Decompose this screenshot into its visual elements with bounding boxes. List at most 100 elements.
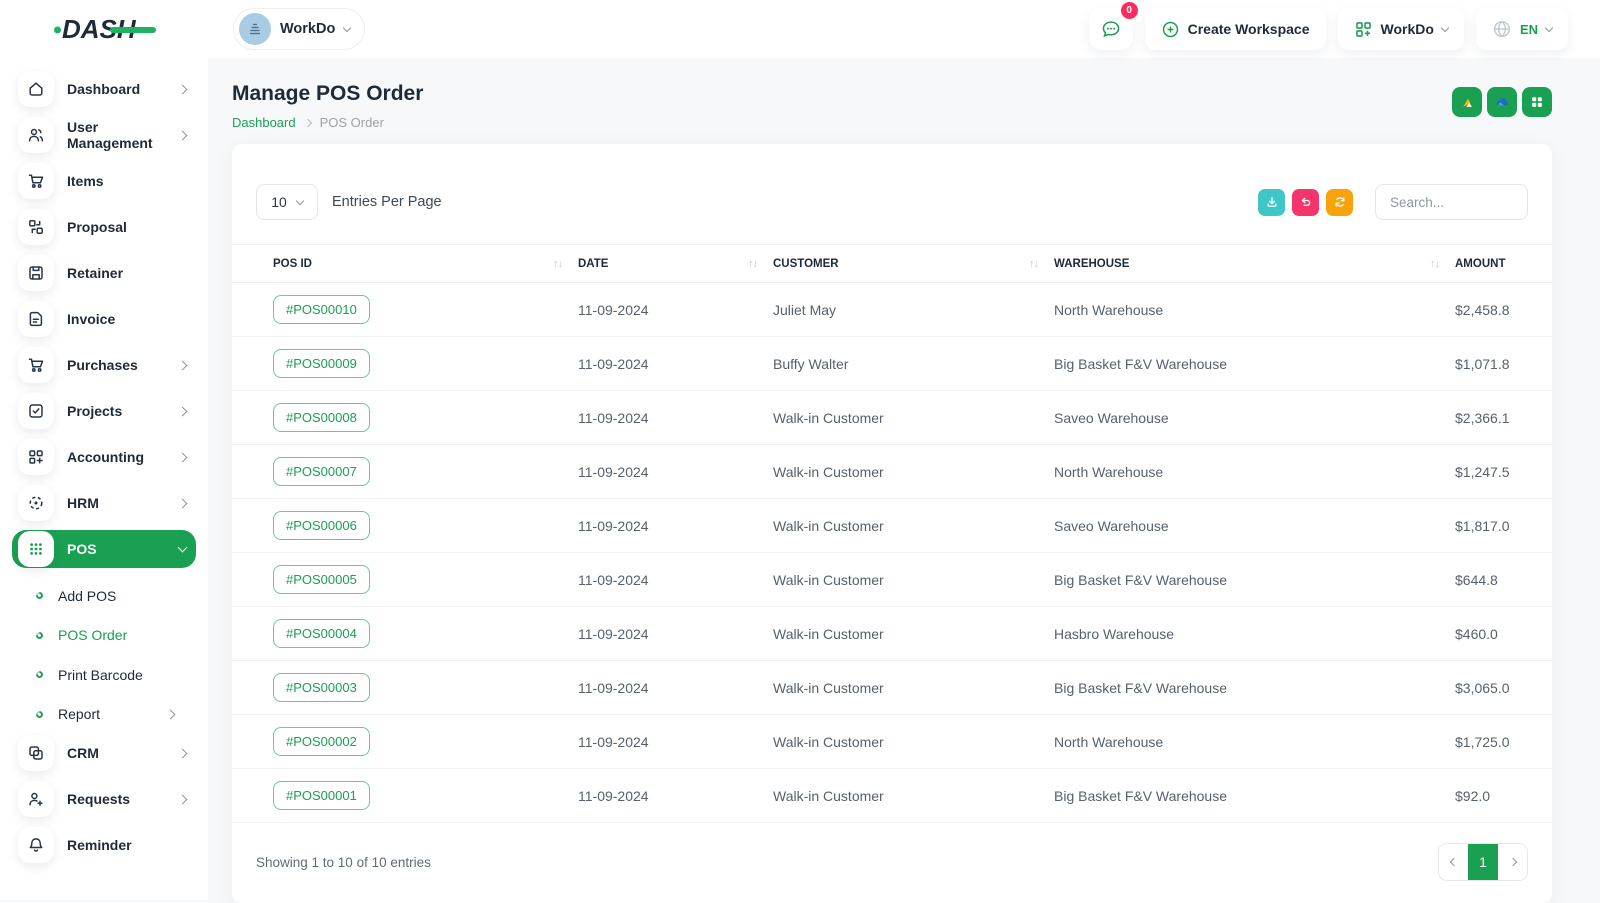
warehouse-cell: North Warehouse [1046, 445, 1447, 499]
sidebar-subitem-print-barcode[interactable]: Print Barcode [12, 655, 196, 695]
column-header-customer[interactable]: CUSTOMER↑↓ [765, 245, 1046, 283]
search-input[interactable] [1375, 184, 1528, 220]
language-button[interactable]: EN [1476, 8, 1568, 50]
pos-id-badge[interactable]: #POS00003 [273, 673, 370, 702]
sidebar-item-invoice[interactable]: Invoice [12, 300, 196, 338]
export-button[interactable] [1258, 189, 1285, 216]
users-icon [18, 117, 54, 153]
pos-id-badge[interactable]: #POS00005 [273, 565, 370, 594]
chevron-right-icon [166, 709, 176, 719]
sidebar-item-hrm[interactable]: HRM [12, 484, 196, 522]
sidebar-item-reminder[interactable]: Reminder [12, 826, 196, 864]
sidebar: Dashboard User Management Items Proposal… [0, 58, 208, 900]
table-row: #POS00004 11-09-2024 Walk-in Customer Ha… [232, 607, 1552, 661]
date-cell: 11-09-2024 [570, 499, 765, 553]
column-header-pos-id[interactable]: POS ID↑↓ [232, 245, 570, 283]
grid-plus-icon [18, 439, 54, 475]
sidebar-item-projects[interactable]: Projects [12, 392, 196, 430]
chevron-right-icon [178, 130, 188, 140]
sidebar-item-requests[interactable]: Requests [12, 780, 196, 818]
pagination-page-current[interactable]: 1 [1468, 844, 1498, 880]
amount-cell: $2,458.8 [1447, 283, 1552, 337]
pos-id-badge[interactable]: #POS00004 [273, 619, 370, 648]
google-drive-button[interactable] [1452, 87, 1482, 117]
chevron-right-icon [178, 794, 188, 804]
pos-id-badge[interactable]: #POS00006 [273, 511, 370, 540]
swap-icon [18, 209, 54, 245]
pos-id-badge[interactable]: #POS00010 [273, 295, 370, 324]
sidebar-item-user-management[interactable]: User Management [12, 116, 196, 154]
column-header-warehouse[interactable]: WAREHOUSE↑↓ [1046, 245, 1447, 283]
chevron-down-icon [1545, 23, 1553, 31]
sort-icon: ↑↓ [553, 258, 562, 270]
table-row: #POS00008 11-09-2024 Walk-in Customer Sa… [232, 391, 1552, 445]
brand-logo[interactable]: DASH [54, 13, 208, 45]
customer-cell: Walk-in Customer [765, 661, 1046, 715]
sidebar-item-items[interactable]: Items [12, 162, 196, 200]
pos-id-badge[interactable]: #POS00001 [273, 781, 370, 810]
warehouse-cell: Big Basket F&V Warehouse [1046, 337, 1447, 391]
workspace-switcher[interactable]: WorkDo [233, 8, 365, 50]
breadcrumb: Dashboard POS Order [232, 115, 423, 130]
table-row: #POS00009 11-09-2024 Buffy Walter Big Ba… [232, 337, 1552, 391]
pos-orders-table: POS ID↑↓ DATE↑↓ CUSTOMER↑↓ WAREHOUSE↑↓ A… [232, 244, 1552, 823]
pagination-prev-button[interactable] [1439, 844, 1468, 880]
warehouse-cell: Big Basket F&V Warehouse [1046, 769, 1447, 823]
messages-button[interactable]: 0 [1089, 8, 1133, 50]
sidebar-item-pos[interactable]: POS [12, 530, 196, 568]
sidebar-subitem-add-pos[interactable]: Add POS [12, 576, 196, 616]
customer-cell: Walk-in Customer [765, 715, 1046, 769]
warehouse-cell: North Warehouse [1046, 715, 1447, 769]
table-row: #POS00001 11-09-2024 Walk-in Customer Bi… [232, 769, 1552, 823]
create-workspace-button[interactable]: Create Workspace [1145, 8, 1326, 50]
company-menu-label: WorkDo [1381, 21, 1434, 37]
document-icon [18, 301, 54, 337]
amount-cell: $644.8 [1447, 553, 1552, 607]
entries-per-page-select[interactable]: 10 [256, 184, 318, 220]
pos-order-card: 10 Entries Per Page POS [232, 144, 1552, 903]
pos-id-badge[interactable]: #POS00009 [273, 349, 370, 378]
bullet-icon [35, 709, 45, 719]
pagination-next-button[interactable] [1498, 844, 1527, 880]
sidebar-item-purchases[interactable]: Purchases [12, 346, 196, 384]
chevron-down-icon [178, 543, 188, 553]
date-cell: 11-09-2024 [570, 337, 765, 391]
pos-id-badge[interactable]: #POS00007 [273, 457, 370, 486]
workspace-avatar [239, 13, 271, 45]
page-title: Manage POS Order [232, 82, 423, 106]
chevron-right-icon [178, 748, 188, 758]
chevron-down-icon [1441, 23, 1449, 31]
refresh-button[interactable] [1326, 189, 1353, 216]
sidebar-item-accounting[interactable]: Accounting [12, 438, 196, 476]
sidebar-subitem-report[interactable]: Report [12, 695, 196, 735]
download-icon [1265, 195, 1279, 209]
sidebar-subitem-pos-order[interactable]: POS Order [12, 616, 196, 656]
sort-icon: ↑↓ [1430, 258, 1439, 270]
onedrive-button[interactable] [1487, 87, 1517, 117]
grid-view-button[interactable] [1522, 87, 1552, 117]
company-menu-button[interactable]: WorkDo [1338, 8, 1464, 50]
pos-id-badge[interactable]: #POS00002 [273, 727, 370, 756]
sidebar-item-dashboard[interactable]: Dashboard [12, 70, 196, 108]
undo-button[interactable] [1292, 189, 1319, 216]
entries-per-page-label: Entries Per Page [332, 194, 442, 210]
save-icon [18, 255, 54, 291]
customer-cell: Walk-in Customer [765, 607, 1046, 661]
home-icon [18, 71, 54, 107]
date-cell: 11-09-2024 [570, 445, 765, 499]
sidebar-item-proposal[interactable]: Proposal [12, 208, 196, 246]
sidebar-item-crm[interactable]: CRM [12, 734, 196, 772]
sidebar-item-retainer[interactable]: Retainer [12, 254, 196, 292]
chevron-right-icon [178, 84, 188, 94]
pos-id-badge[interactable]: #POS00008 [273, 403, 370, 432]
table-row: #POS00002 11-09-2024 Walk-in Customer No… [232, 715, 1552, 769]
customer-cell: Walk-in Customer [765, 391, 1046, 445]
breadcrumb-dashboard-link[interactable]: Dashboard [232, 115, 296, 130]
focus-dots-icon [18, 485, 54, 521]
column-header-amount[interactable]: AMOUNT [1447, 245, 1552, 283]
customer-cell: Walk-in Customer [765, 445, 1046, 499]
column-header-date[interactable]: DATE↑↓ [570, 245, 765, 283]
customer-cell: Juliet May [765, 283, 1046, 337]
sort-icon: ↑↓ [1029, 258, 1038, 270]
chevron-left-icon [1449, 858, 1457, 866]
